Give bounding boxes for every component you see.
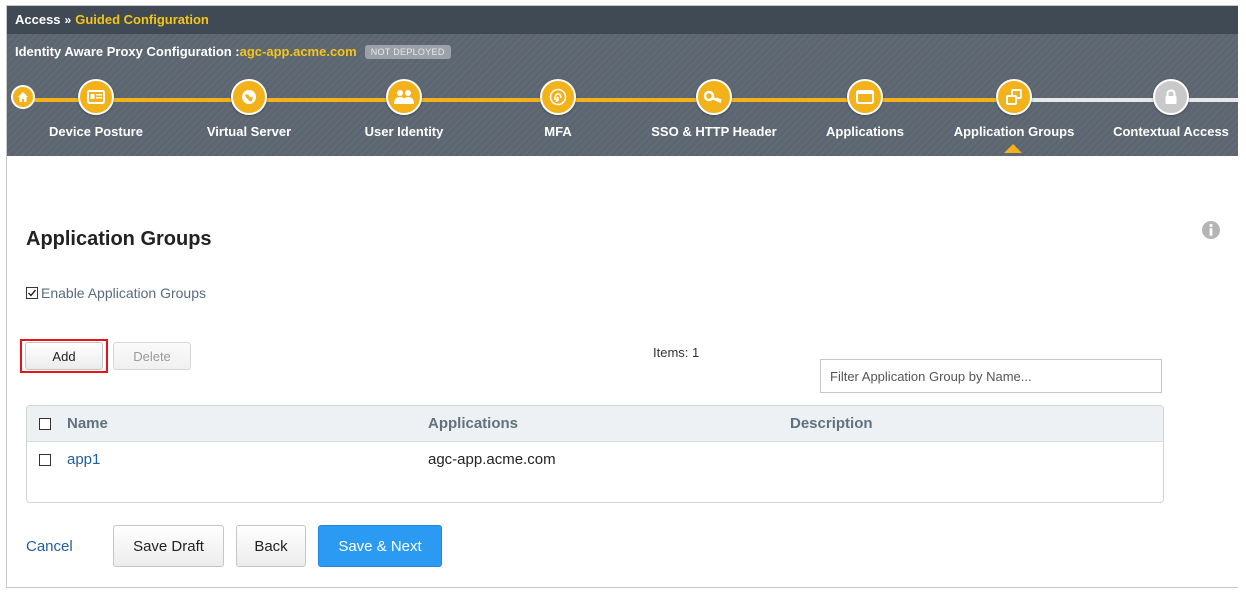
enable-groups-label: Enable Application Groups [41,285,206,301]
step-label: User Identity [364,124,444,139]
key-icon [704,90,722,104]
table-header: Name Applications Description [27,406,1163,442]
save-draft-button[interactable]: Save Draft [113,525,224,567]
config-title: Identity Aware Proxy Configuration :agc-… [15,44,451,59]
step-user-identity[interactable]: User Identity [334,79,474,139]
enable-application-groups-row[interactable]: Enable Application Groups [26,285,206,301]
column-header-applications[interactable]: Applications [428,406,518,442]
cancel-link[interactable]: Cancel [26,538,73,555]
globe-icon [242,90,256,104]
step-label: Applications [825,124,904,139]
breadcrumb-separator: » [64,13,72,27]
filter-application-group-input[interactable] [820,359,1162,393]
select-all-checkbox[interactable] [39,418,51,430]
step-sso-http-header[interactable]: SSO & HTTP Header [644,79,784,139]
page-title: Application Groups [26,228,212,250]
step-label: Contextual Access [1113,124,1229,139]
fingerprint-icon [549,88,567,106]
row-select-cell [39,442,51,478]
items-count: Items: 1 [653,345,700,360]
step-label: Device Posture [49,124,143,139]
breadcrumb-root[interactable]: Access [15,12,61,27]
current-step-marker [1004,144,1022,153]
column-header-description[interactable]: Description [790,406,873,442]
id-card-icon [87,90,105,104]
wizard-header: Identity Aware Proxy Configuration :agc-… [7,34,1238,156]
guided-configuration-window: Access» Guided Configuration Identity Awa… [6,5,1238,588]
column-header-name[interactable]: Name [67,406,108,442]
step-label: SSO & HTTP Header [651,124,777,139]
enable-groups-checkbox[interactable] [26,287,38,299]
select-all-cell [39,406,51,442]
step-virtual-server[interactable]: Virtual Server [179,79,319,139]
config-app-name: agc-app.acme.com [239,44,357,59]
breadcrumb: Access» Guided Configuration [7,6,1238,34]
step-application-groups[interactable]: Application Groups [944,79,1084,139]
window-icon [856,90,874,104]
info-icon[interactable] [1201,220,1221,240]
users-icon [394,90,414,104]
config-title-prefix: Identity Aware Proxy Configuration : [15,44,240,59]
table-row: app1 agc-app.acme.com [27,442,1163,478]
step-mfa[interactable]: MFA [488,79,628,139]
lock-icon [1165,89,1177,104]
row-name-link[interactable]: app1 [67,442,100,478]
add-button[interactable]: Add [25,342,103,370]
delete-button[interactable]: Delete [113,342,191,370]
app-groups-icon [1006,89,1022,105]
back-button[interactable]: Back [236,525,306,567]
breadcrumb-current[interactable]: Guided Configuration [75,12,209,27]
step-label: MFA [544,124,572,139]
deploy-status-badge: NOT DEPLOYED [364,45,451,59]
step-contextual-access[interactable]: Contextual Access [1101,79,1238,139]
row-select-checkbox[interactable] [39,454,51,466]
save-and-next-button[interactable]: Save & Next [318,525,442,567]
step-applications[interactable]: Applications [795,79,935,139]
step-label: Application Groups [953,124,1075,139]
application-groups-table: Name Applications Description app1 agc-a… [26,405,1164,503]
row-applications: agc-app.acme.com [428,451,556,468]
checkmark-icon [28,289,37,297]
step-label: Virtual Server [206,124,292,139]
step-device-posture[interactable]: Device Posture [26,79,166,139]
